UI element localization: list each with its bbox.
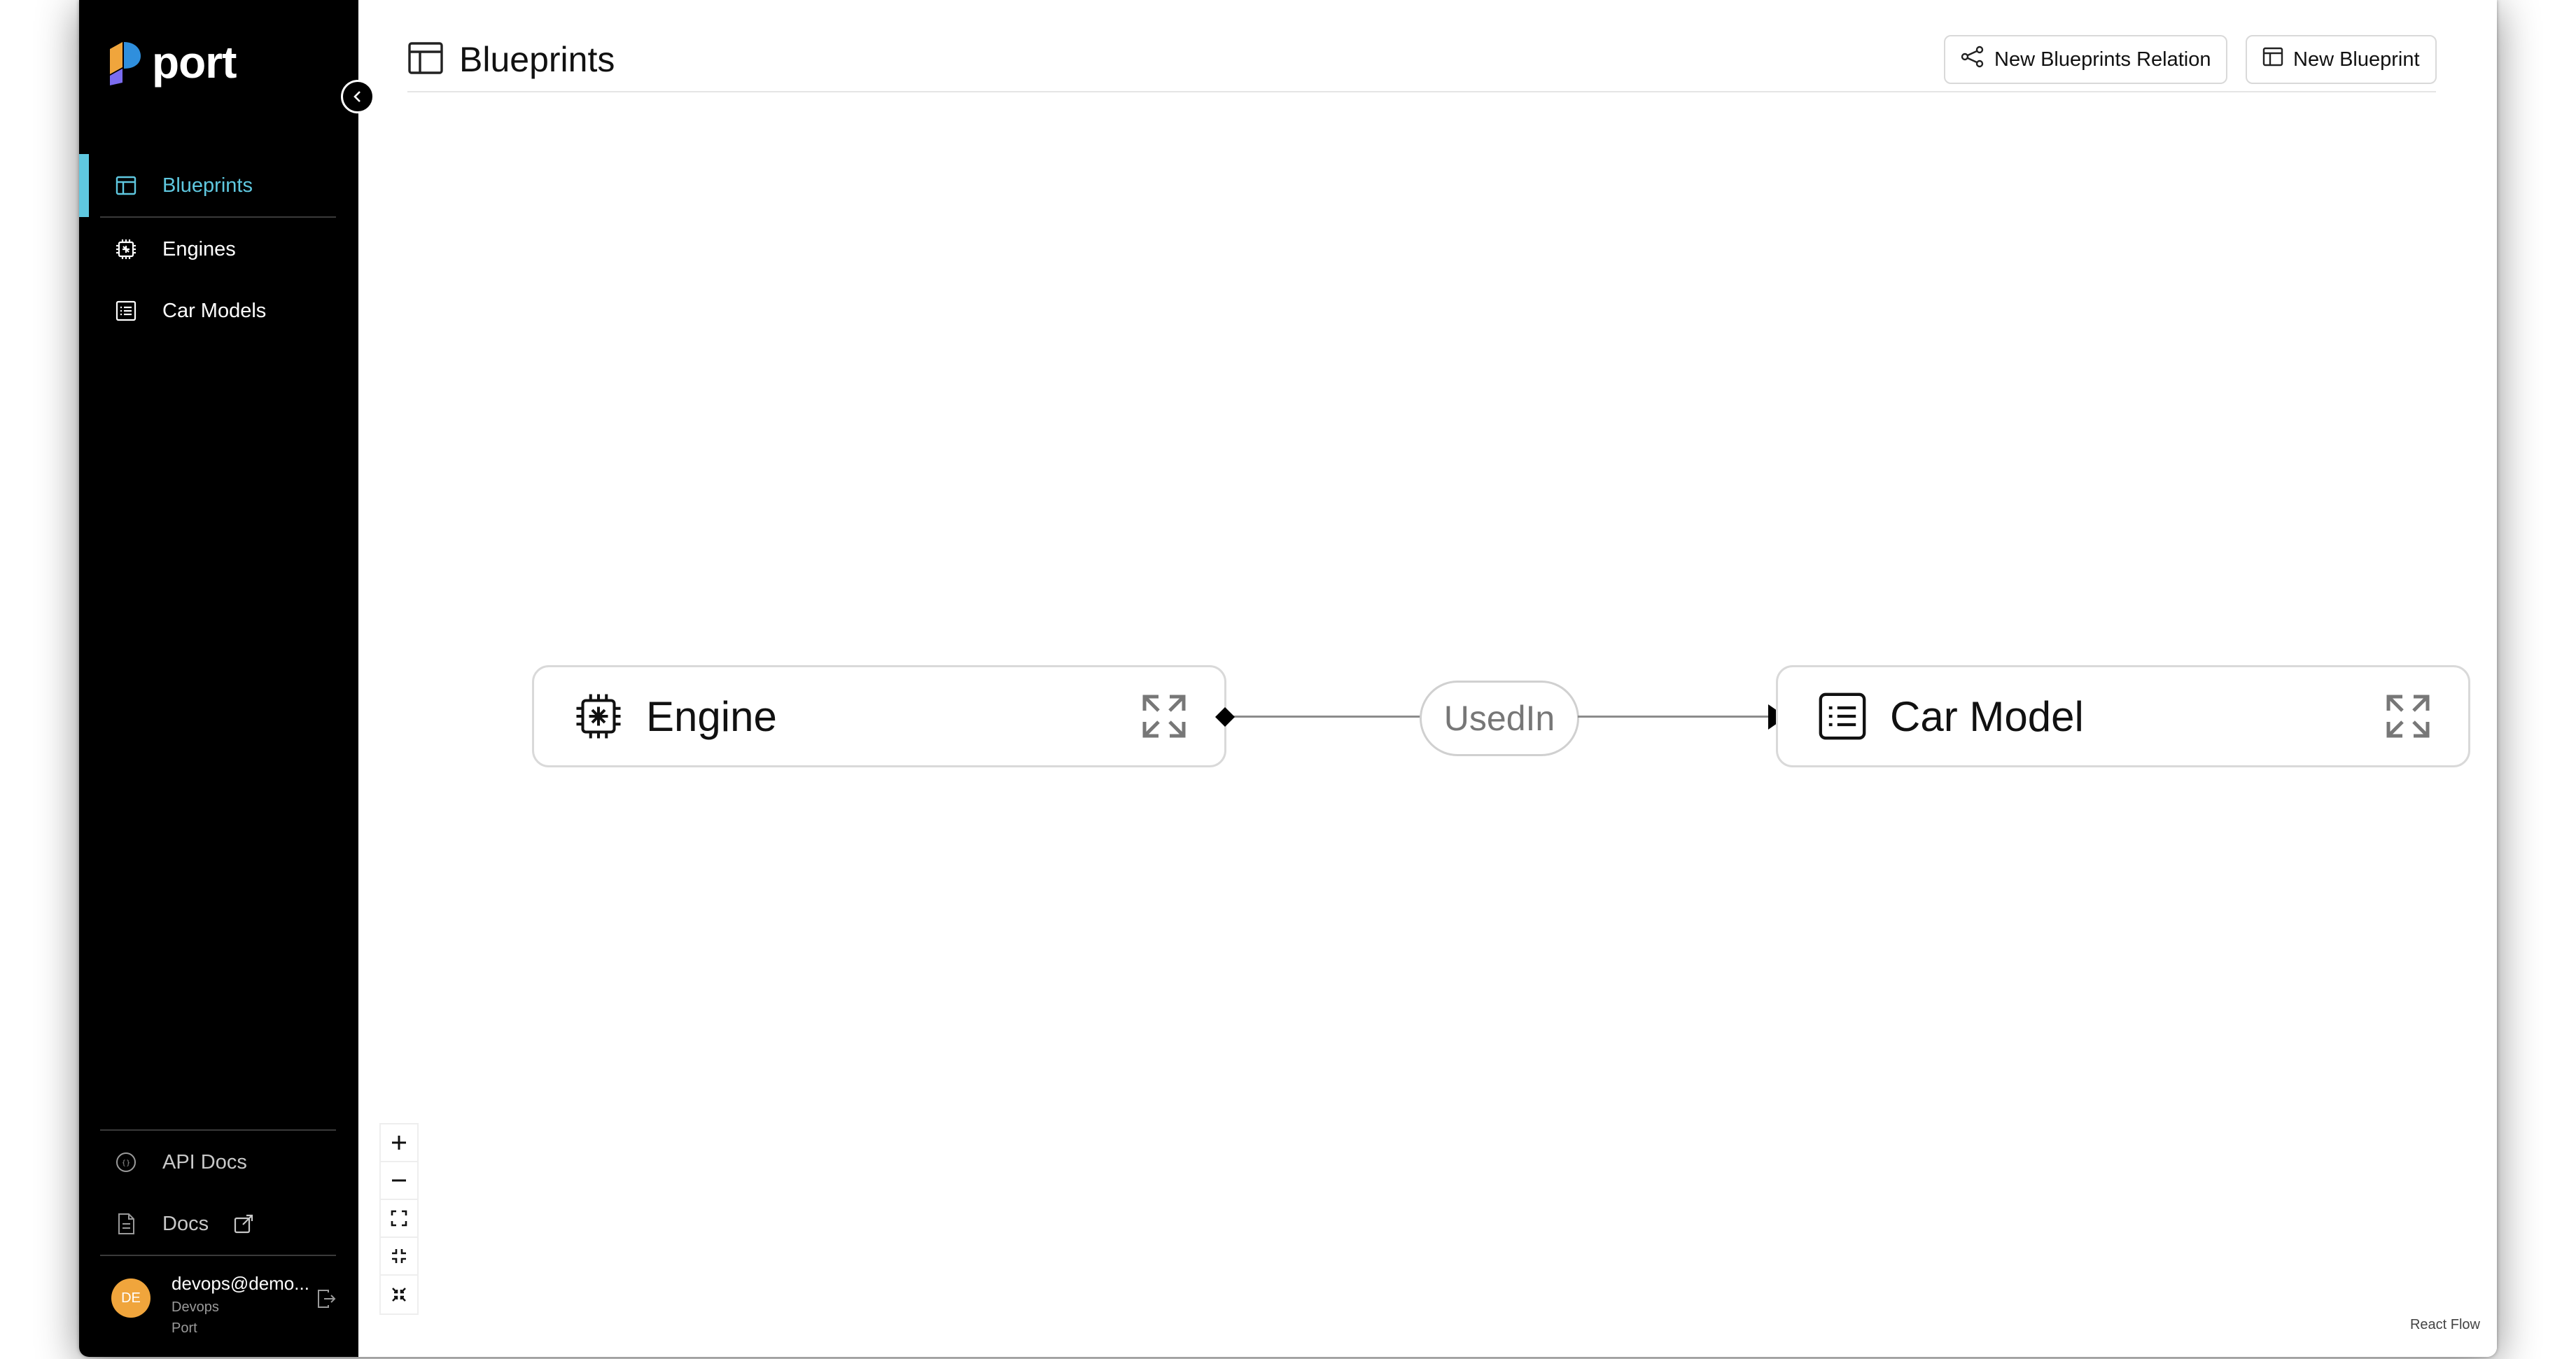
zoom-in-button[interactable] [381, 1124, 417, 1162]
sidebar-item-docs[interactable]: Docs [79, 1192, 358, 1255]
new-blueprints-relation-button[interactable]: New Blueprints Relation [1944, 35, 2228, 84]
sidebar-item-label: Engines [162, 237, 236, 260]
node-label: Engine [646, 692, 777, 740]
sidebar-item-blueprints[interactable]: Blueprints [79, 154, 358, 217]
shrink-icon [392, 1249, 406, 1263]
active-indicator [79, 154, 89, 217]
expand-icon[interactable] [2383, 691, 2433, 741]
blueprint-node-car-model[interactable]: Car Model [1776, 665, 2470, 767]
sidebar-item-engines[interactable]: Engines [79, 218, 358, 281]
react-flow-attribution[interactable]: React Flow [2410, 1317, 2480, 1333]
plus-icon [392, 1136, 406, 1150]
edge-line [1578, 716, 1774, 718]
new-blueprint-button[interactable]: New Blueprint [2246, 35, 2437, 84]
main-content: Blueprints New Blueprints Relation New B… [358, 0, 2497, 1357]
external-link-icon [233, 1213, 254, 1234]
logout-icon[interactable] [316, 1288, 337, 1309]
fit-view-button[interactable] [381, 1200, 417, 1238]
user-role: Devops [172, 1299, 219, 1315]
node-label: Car Model [1890, 692, 2084, 740]
list-icon [1817, 691, 1868, 741]
sidebar-item-label: Car Models [162, 299, 267, 322]
header-divider [407, 91, 2436, 92]
sidebar-item-label: Docs [162, 1212, 209, 1235]
user-org: Port [172, 1320, 197, 1336]
collapse-sidebar-button[interactable] [341, 80, 374, 113]
sidebar-item-label: API Docs [162, 1150, 247, 1173]
compress-icon [392, 1288, 406, 1302]
sidebar-divider [100, 1255, 336, 1256]
logo-text: port [152, 37, 237, 88]
flow-controls [379, 1123, 419, 1315]
fit-view-icon [391, 1210, 407, 1227]
layout-icon [114, 174, 138, 197]
collapse-all-button[interactable] [381, 1276, 417, 1313]
avatar: DE [111, 1278, 150, 1318]
cpu-icon [573, 691, 624, 741]
button-label: New Blueprint [2293, 48, 2420, 71]
port-logo[interactable]: port [107, 36, 237, 88]
zoom-out-button[interactable] [381, 1162, 417, 1200]
layout-icon [407, 41, 444, 78]
edge-line [1226, 716, 1421, 718]
blueprint-node-engine[interactable]: Engine [532, 665, 1226, 767]
page-header: Blueprints [407, 34, 615, 85]
list-icon [114, 299, 138, 323]
sidebar-item-api-docs[interactable]: {} API Docs [79, 1131, 358, 1194]
svg-text:{}: {} [122, 1159, 131, 1167]
chevron-left-icon [354, 91, 360, 102]
user-email: devops@demo... [172, 1273, 309, 1294]
button-label: New Blueprints Relation [1994, 48, 2211, 71]
relation-icon [1961, 45, 1984, 74]
user-profile[interactable]: DE devops@demo... Devops Port [111, 1273, 349, 1341]
sidebar-item-label: Blueprints [162, 174, 253, 197]
document-icon [114, 1212, 138, 1236]
sidebar-item-car-models[interactable]: Car Models [79, 279, 358, 342]
page-title: Blueprints [459, 40, 615, 79]
relation-label[interactable]: UsedIn [1420, 681, 1579, 756]
api-icon: {} [114, 1150, 138, 1174]
minus-icon [392, 1179, 406, 1182]
layout-icon [2262, 46, 2283, 73]
expand-icon[interactable] [1139, 691, 1189, 741]
port-logo-icon [110, 42, 141, 85]
cpu-icon [114, 237, 138, 261]
diamond-marker-icon [1215, 707, 1235, 727]
sidebar: port Blueprints Engines Car Models {} AP… [79, 0, 374, 1357]
collapse-view-button[interactable] [381, 1238, 417, 1276]
app-window: port Blueprints Engines Car Models {} AP… [79, 0, 2497, 1357]
